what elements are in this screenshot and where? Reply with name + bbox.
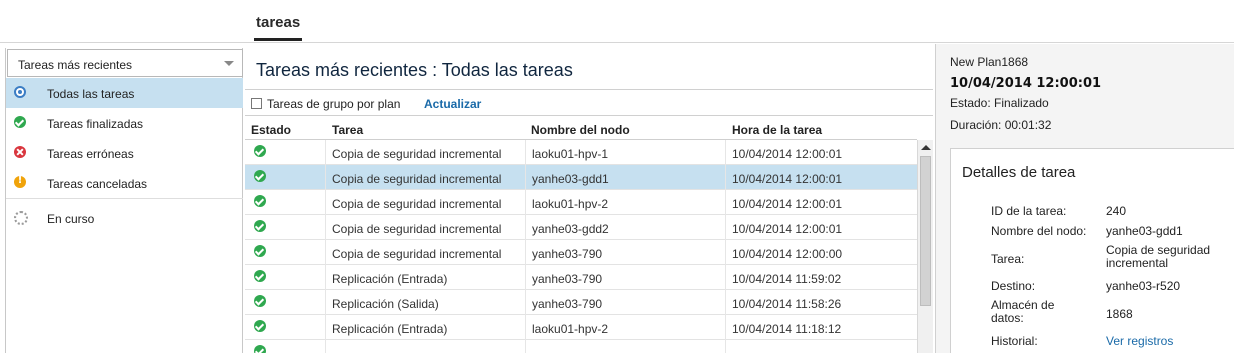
task-filter-value: Tareas más recientes [18, 58, 133, 72]
spinner-icon [14, 211, 28, 225]
sidebar-item-in-progress[interactable]: En curso [6, 203, 243, 233]
check-icon [254, 270, 266, 282]
time-cell: 10/04/2014 12:00:01 [732, 147, 843, 161]
sidebar-divider [6, 198, 243, 199]
task-details-box: Detalles de tarea ID de la tarea: 240 No… [950, 148, 1234, 353]
task-cell: Copia de seguridad incremental [332, 172, 502, 186]
header-divider [0, 42, 1234, 43]
task-date: 10/04/2014 12:00:01 [950, 76, 1102, 91]
group-by-plan-label: Tareas de grupo por plan [267, 97, 401, 111]
refresh-link[interactable]: Actualizar [424, 97, 481, 111]
node-cell: laoku01-hpv-2 [532, 197, 609, 211]
sidebar-item-label: Tareas canceladas [47, 177, 148, 191]
column-header-task[interactable]: Tarea [332, 123, 363, 137]
task-cell: Copia de seguridad incremental [332, 247, 502, 261]
node-cell: yanhe03-790 [532, 297, 603, 311]
node-name-value: yanhe03-gdd1 [1106, 224, 1183, 238]
task-cell: Replicación (Salida) [332, 297, 439, 311]
time-cell: 10/04/2014 11:18:12 [732, 322, 842, 336]
time-cell: 10/04/2014 12:00:01 [732, 197, 843, 211]
sidebar-item-failed[interactable]: Tareas erróneas [6, 138, 243, 168]
table-row[interactable]: Replicación (Entrada) yanhe03-790 10/04/… [245, 265, 917, 290]
time-cell: 10/04/2014 11:59:02 [732, 272, 842, 286]
node-cell: yanhe03-gdd1 [532, 172, 609, 186]
scroll-up-arrow-icon[interactable] [921, 145, 931, 150]
check-icon [254, 170, 266, 182]
time-cell: 10/04/2014 12:00:01 [732, 222, 843, 236]
node-cell: yanhe03-790 [532, 272, 603, 286]
task-id-value: 240 [1106, 204, 1127, 218]
error-icon [14, 146, 26, 158]
sidebar-item-cancelled[interactable]: Tareas canceladas [6, 168, 243, 198]
task-cell: Replicación (Entrada) [332, 272, 448, 286]
check-icon [254, 195, 266, 207]
table-row[interactable]: Replicación (Entrada) laoku01-hpv-2 10/0… [245, 315, 917, 340]
task-details-title: Detalles de tarea [962, 164, 1076, 181]
sidebar-item-all-tasks[interactable]: Todas las tareas [6, 78, 243, 108]
plan-name: New Plan1868 [950, 55, 1029, 69]
node-cell: yanhe03-gdd2 [532, 222, 609, 236]
check-icon [14, 116, 26, 128]
check-icon [254, 245, 266, 257]
table-row[interactable]: Copia de seguridad incremental yanhe03-7… [245, 240, 917, 265]
task-cell: Copia de seguridad incremental [332, 222, 502, 236]
sidebar-item-label: En curso [47, 212, 95, 226]
node-cell: yanhe03-790 [532, 247, 603, 261]
active-tab-indicator [254, 38, 302, 41]
datastore-value: 1868 [1106, 307, 1133, 321]
history-label: Historial: [991, 334, 1038, 348]
check-icon [254, 220, 266, 232]
column-header-node[interactable]: Nombre del nodo [531, 123, 630, 137]
time-cell: 10/04/2014 12:00:01 [732, 172, 843, 186]
all-tasks-icon [14, 86, 26, 98]
task-status: Estado: Finalizado [950, 96, 1049, 110]
tab-tareas[interactable]: tareas [256, 14, 300, 31]
table-header: Estado Tarea Nombre del nodo Hora de la … [245, 118, 917, 140]
task-details-panel: New Plan1868 10/04/2014 12:00:01 Estado:… [935, 44, 1234, 353]
task-cell: Copia de seguridad incremental [332, 197, 502, 211]
node-name-label: Nombre del nodo: [991, 224, 1087, 238]
page-title: Tareas más recientes : Todas las tareas [256, 60, 573, 80]
task-value-line2: incremental [1106, 256, 1169, 270]
check-icon [254, 145, 266, 157]
column-header-status[interactable]: Estado [251, 123, 291, 137]
group-by-plan-checkbox[interactable] [251, 98, 262, 109]
scroll-thumb[interactable] [920, 156, 931, 306]
task-cell: Copia de seguridad incremental [332, 147, 502, 161]
sidebar-item-finished[interactable]: Tareas finalizadas [6, 108, 243, 138]
sidebar-item-label: Tareas finalizadas [47, 117, 144, 131]
task-cell: Replicación (Entrada) [332, 322, 448, 336]
table-scrollbar[interactable] [917, 140, 933, 353]
time-cell: 10/04/2014 12:00:00 [732, 247, 843, 261]
task-id-label: ID de la tarea: [991, 204, 1067, 218]
sidebar-item-label: Tareas erróneas [47, 147, 134, 161]
node-cell: laoku01-hpv-2 [532, 322, 609, 336]
tasks-toolbar: Tareas de grupo por plan Actualizar [245, 89, 933, 116]
node-cell: laoku01-hpv-1 [532, 147, 609, 161]
table-row[interactable]: Copia de seguridad incremental yanhe03-g… [245, 165, 917, 190]
check-icon [254, 345, 266, 353]
sidebar: Tareas más recientes Todas las tareas Ta… [5, 48, 243, 353]
chevron-down-icon[interactable] [224, 61, 234, 66]
task-duration: Duración: 00:01:32 [950, 118, 1052, 132]
table-row[interactable]: Copia de seguridad incremental laoku01-h… [245, 140, 917, 165]
table-row[interactable]: Replicación (Salida) yanhe03-790 10/04/2… [245, 290, 917, 315]
destination-value: yanhe03-r520 [1106, 279, 1181, 293]
table-row[interactable]: Copia de seguridad incremental laoku01-h… [245, 190, 917, 215]
task-filter-dropdown[interactable]: Tareas más recientes [7, 49, 243, 77]
view-logs-link[interactable]: Ver registros [1106, 335, 1173, 347]
sidebar-item-label: Todas las tareas [47, 87, 135, 101]
table-row[interactable]: Copia de seguridad incremental yanhe03-g… [245, 215, 917, 240]
check-icon [254, 320, 266, 332]
task-label: Tarea: [991, 252, 1025, 266]
column-header-time[interactable]: Hora de la tarea [732, 123, 822, 137]
time-cell: 10/04/2014 11:58:26 [732, 297, 842, 311]
datastore-label-line2: datos: [991, 311, 1024, 325]
destination-label: Destino: [991, 279, 1036, 293]
task-value-line1: Copia de seguridad [1106, 243, 1211, 257]
warning-icon [14, 175, 26, 188]
check-icon [254, 295, 266, 307]
table-row-partial[interactable] [245, 340, 917, 353]
tasks-panel: Tareas más recientes : Todas las tareas … [245, 48, 933, 353]
